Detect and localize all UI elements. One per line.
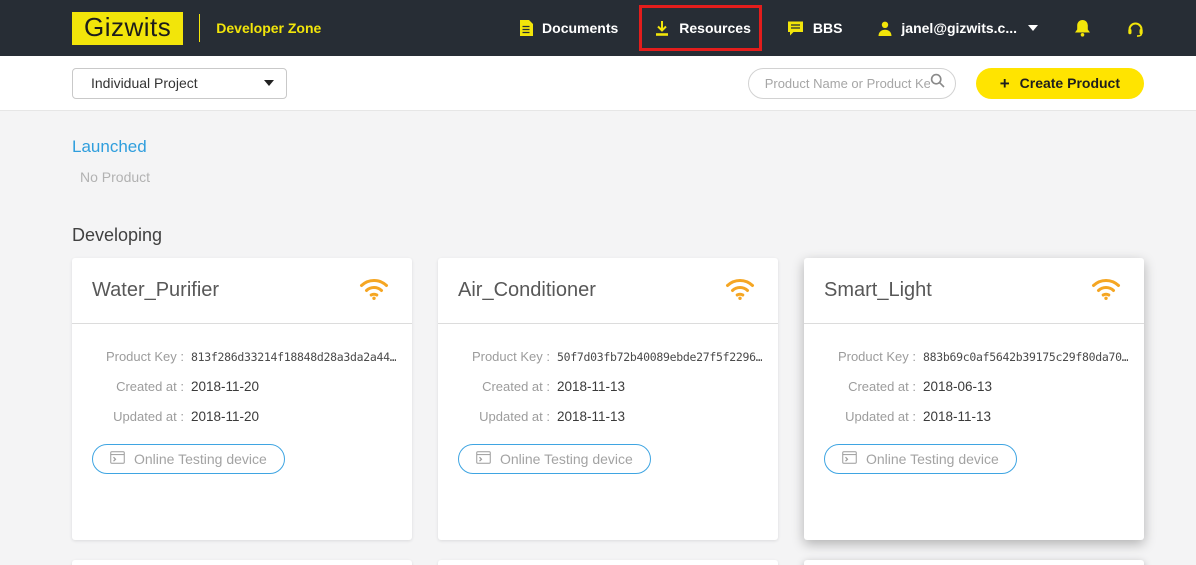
online-testing-label: Online Testing device	[500, 451, 633, 467]
created-at-label: Created at :	[482, 379, 550, 394]
product-card-air-conditioner[interactable]: Air_Conditioner Product Key : 50f7d03fb7…	[438, 258, 778, 540]
chevron-down-icon	[1028, 25, 1038, 31]
product-title: Smart_Light	[824, 279, 932, 301]
created-at-value: 2018-11-13	[557, 379, 626, 394]
product-key-value: 50f7d03fb72b40089ebde27f5f2296…	[557, 350, 762, 364]
wifi-icon	[724, 276, 756, 306]
toolbar-actions: + Create Product	[747, 67, 1144, 99]
card-header: Water_Purifier	[72, 258, 412, 324]
created-at-label: Created at :	[848, 379, 916, 394]
notifications-button[interactable]	[1074, 19, 1091, 37]
online-testing-button[interactable]: Online Testing device	[458, 444, 651, 474]
product-title: Water_Purifier	[92, 279, 220, 301]
main-content: Launched No Product Developing Water_Pur…	[0, 111, 1196, 565]
navbar-menu: Documents Resources BBS janel@gizwits.c.…	[519, 5, 1144, 51]
user-icon	[878, 21, 892, 36]
nav-resources[interactable]: Resources	[639, 5, 762, 51]
updated-at-value: 2018-11-20	[191, 409, 260, 424]
created-at-value: 2018-06-13	[923, 379, 993, 394]
create-product-button[interactable]: + Create Product	[975, 67, 1144, 99]
headset-icon	[1127, 20, 1144, 37]
product-card-partial[interactable]	[804, 560, 1144, 565]
created-at-row: Created at : 2018-11-13	[454, 379, 762, 394]
download-icon	[654, 20, 670, 36]
updated-at-label: Updated at :	[845, 409, 916, 424]
updated-at-label: Updated at :	[113, 409, 184, 424]
nav-user-account[interactable]: janel@gizwits.c...	[878, 20, 1038, 36]
project-type-value: Individual Project	[91, 75, 198, 91]
product-key-row: Product Key : 50f7d03fb72b40089ebde27f5f…	[454, 349, 762, 364]
card-header: Smart_Light	[804, 258, 1144, 324]
search-icon[interactable]	[930, 73, 945, 93]
logo-text: Gizwits	[84, 11, 172, 42]
product-card-partial[interactable]	[72, 560, 412, 565]
resources-label: Resources	[679, 20, 751, 36]
support-button[interactable]	[1127, 20, 1144, 37]
product-card-smart-light[interactable]: Smart_Light Product Key : 883b69c0af5642…	[804, 258, 1144, 540]
developing-card-row: Water_Purifier Product Key : 813f286d332…	[72, 258, 1144, 540]
product-key-label: Product Key :	[471, 349, 550, 364]
card-body: Product Key : 813f286d33214f18848d28a3da…	[72, 324, 412, 474]
updated-at-value: 2018-11-13	[923, 409, 992, 424]
plus-icon: +	[999, 73, 1010, 93]
bell-icon	[1074, 19, 1091, 37]
select-caret-icon	[264, 80, 274, 86]
filter-toolbar: Individual Project + Create Product	[0, 56, 1196, 111]
product-key-value: 813f286d33214f18848d28a3da2a44…	[191, 350, 396, 364]
gizwits-logo[interactable]: Gizwits	[72, 11, 184, 45]
developer-zone-label: Developer Zone	[216, 20, 322, 36]
online-testing-label: Online Testing device	[866, 451, 999, 467]
chat-bubble-icon	[787, 21, 804, 36]
updated-at-label: Updated at :	[479, 409, 550, 424]
product-key-label: Product Key :	[105, 349, 184, 364]
product-key-row: Product Key : 883b69c0af5642b39175c29f80…	[820, 349, 1128, 364]
created-at-value: 2018-11-20	[191, 379, 260, 394]
online-testing-button[interactable]: Online Testing device	[92, 444, 285, 474]
card-body: Product Key : 883b69c0af5642b39175c29f80…	[804, 324, 1144, 474]
card-header: Air_Conditioner	[438, 258, 778, 324]
updated-at-value: 2018-11-13	[557, 409, 626, 424]
product-card-partial[interactable]	[438, 560, 778, 565]
nav-documents[interactable]: Documents	[519, 20, 618, 36]
product-card-water-purifier[interactable]: Water_Purifier Product Key : 813f286d332…	[72, 258, 412, 540]
card-body: Product Key : 50f7d03fb72b40089ebde27f5f…	[438, 324, 778, 474]
product-key-row: Product Key : 813f286d33214f18848d28a3da…	[88, 349, 396, 364]
project-type-select[interactable]: Individual Project	[72, 67, 287, 99]
updated-at-row: Updated at : 2018-11-13	[454, 409, 762, 424]
online-testing-label: Online Testing device	[134, 451, 267, 467]
created-at-label: Created at :	[116, 379, 184, 394]
terminal-window-icon	[110, 451, 125, 467]
online-testing-button[interactable]: Online Testing device	[824, 444, 1017, 474]
nav-bbs[interactable]: BBS	[787, 20, 843, 36]
created-at-row: Created at : 2018-11-20	[88, 379, 396, 394]
terminal-window-icon	[842, 451, 857, 467]
brand-area: Gizwits Developer Zone	[72, 11, 322, 45]
product-key-label: Product Key :	[837, 349, 916, 364]
search-input[interactable]	[764, 75, 930, 91]
product-search	[747, 67, 956, 99]
wifi-icon	[1090, 276, 1122, 306]
updated-at-row: Updated at : 2018-11-20	[88, 409, 396, 424]
product-key-value: 883b69c0af5642b39175c29f80da70…	[923, 350, 1128, 364]
wifi-icon	[358, 276, 390, 306]
top-navbar: Gizwits Developer Zone Documents Resourc…	[0, 0, 1196, 56]
bbs-label: BBS	[812, 20, 843, 36]
create-product-label: Create Product	[1019, 75, 1120, 91]
terminal-window-icon	[476, 451, 491, 467]
next-card-row-partial	[72, 560, 1144, 565]
launched-section-title: Launched	[72, 137, 147, 156]
documents-icon	[519, 20, 534, 36]
created-at-row: Created at : 2018-06-13	[820, 379, 1128, 394]
developing-section-title: Developing	[72, 225, 163, 245]
user-email: janel@gizwits.c...	[901, 20, 1017, 36]
documents-label: Documents	[542, 20, 619, 36]
updated-at-row: Updated at : 2018-11-13	[820, 409, 1128, 424]
logo-divider	[199, 14, 201, 42]
product-title: Air_Conditioner	[458, 279, 596, 301]
launched-empty-text: No Product	[80, 169, 151, 185]
